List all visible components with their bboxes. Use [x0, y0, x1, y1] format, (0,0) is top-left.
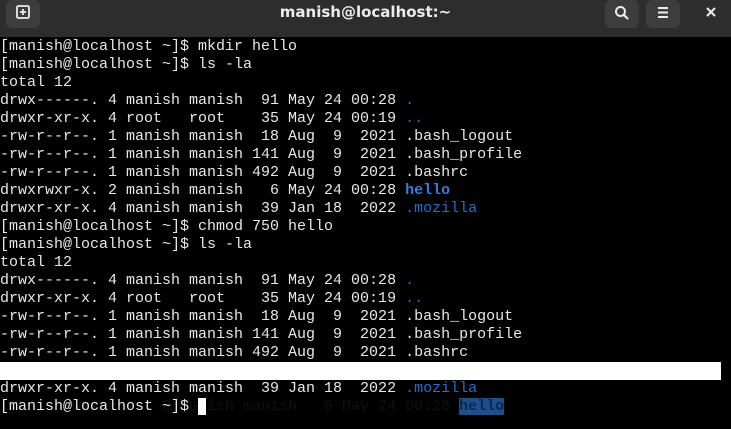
terminal-line: [manish@localhost ~]$ chmod 750 hello	[0, 218, 731, 236]
highlighted-line: drwxr-x---. 2 manish manish 6 May 24 00:…	[0, 362, 731, 415]
terminal-line: drwxr-xr-x. 4 manish manish 39 Jan 18 20…	[0, 200, 731, 218]
title-bar: manish@localhost:~	[0, 0, 731, 37]
output-text: total 12	[0, 254, 73, 271]
directory-name: ..	[405, 110, 424, 127]
command-text: [manish@localhost ~]$ ls -la	[0, 236, 253, 253]
terminal-line: drwxr-xr-x. 4 root root 35 May 24 00:19 …	[0, 110, 731, 128]
prompt-text: [manish@localhost ~]$	[0, 398, 199, 415]
file-name: .bash_logout	[405, 308, 514, 325]
output-text: total 12	[0, 74, 73, 91]
file-name: .bashrc	[405, 164, 469, 181]
terminal-output[interactable]: [manish@localhost ~]$ mkdir hello [manis…	[0, 38, 731, 429]
file-name: .bash_logout	[405, 128, 514, 145]
terminal-line: -rw-r--r--. 1 manish manish 492 Aug 9 20…	[0, 344, 731, 362]
file-meta: drwx------. 4 manish manish 91 May 24 00…	[0, 272, 406, 289]
terminal-line: [manish@localhost ~]$ mkdir hello	[0, 38, 731, 56]
terminal-line: -rw-r--r--. 1 manish manish 18 Aug 9 202…	[0, 128, 731, 146]
file-meta: drwxr-xr-x. 4 manish manish 39 Jan 18 20…	[0, 380, 406, 397]
file-meta: drwx------. 4 manish manish 91 May 24 00…	[0, 92, 406, 109]
text-cursor	[198, 398, 207, 415]
terminal-line: -rw-r--r--. 1 manish manish 18 Aug 9 202…	[0, 308, 731, 326]
file-meta: -rw-r--r--. 1 manish manish 18 Aug 9 202…	[0, 308, 406, 325]
directory-name: .	[405, 92, 415, 109]
file-name: .bash_profile	[405, 326, 523, 343]
terminal-line: drwxrwxr-x. 2 manish manish 6 May 24 00:…	[0, 182, 731, 200]
menu-button[interactable]	[646, 0, 680, 28]
line-highlight	[0, 362, 721, 380]
terminal-line: [manish@localhost ~]$ ls -la	[0, 56, 731, 74]
file-name: .bash_profile	[405, 146, 523, 163]
terminal-line: total 12	[0, 254, 731, 272]
command-text: [manish@localhost ~]$ mkdir hello	[0, 38, 298, 55]
terminal-line: total 12	[0, 74, 731, 92]
terminal-line: -rw-r--r--. 1 manish manish 141 Aug 9 20…	[0, 146, 731, 164]
file-name: .bashrc	[405, 344, 469, 361]
terminal-line: drwxr-xr-x. 4 manish manish 39 Jan 18 20…	[0, 380, 731, 398]
file-meta: -rw-r--r--. 1 manish manish 141 Aug 9 20…	[0, 146, 406, 163]
file-meta: -rw-r--r--. 1 manish manish 141 Aug 9 20…	[0, 326, 406, 343]
directory-name: .mozilla	[405, 200, 478, 217]
terminal-window: manish@localhost:~ [manish@localhost ~]$…	[0, 0, 731, 429]
terminal-line: -rw-r--r--. 1 manish manish 492 Aug 9 20…	[0, 164, 731, 182]
directory-name: .	[405, 272, 415, 289]
file-meta: drwxr-xr-x. 4 root root 35 May 24 00:19	[0, 290, 406, 307]
file-meta: -rw-r--r--. 1 manish manish 492 Aug 9 20…	[0, 344, 406, 361]
terminal-line: drwx------. 4 manish manish 91 May 24 00…	[0, 272, 731, 290]
terminal-line: [manish@localhost ~]$ ls -la	[0, 236, 731, 254]
directory-name: .mozilla	[405, 380, 478, 397]
terminal-line: -rw-r--r--. 1 manish manish 141 Aug 9 20…	[0, 326, 731, 344]
close-button[interactable]	[694, 0, 728, 28]
file-meta: -rw-r--r--. 1 manish manish 18 Aug 9 202…	[0, 128, 406, 145]
file-meta: drwxr-xr-x. 4 root root 35 May 24 00:19	[0, 110, 406, 127]
prompt-line: [manish@localhost ~]$	[0, 398, 731, 416]
file-meta: drwxrwxr-x. 2 manish manish 6 May 24 00:…	[0, 182, 406, 199]
directory-name: ..	[405, 290, 424, 307]
command-text: [manish@localhost ~]$ chmod 750 hello	[0, 218, 334, 235]
terminal-line: drwx------. 4 manish manish 91 May 24 00…	[0, 92, 731, 110]
file-meta: drwxr-xr-x. 4 manish manish 39 Jan 18 20…	[0, 200, 406, 217]
file-meta: -rw-r--r--. 1 manish manish 492 Aug 9 20…	[0, 164, 406, 181]
command-text: [manish@localhost ~]$ ls -la	[0, 56, 253, 73]
directory-name: hello	[405, 182, 451, 199]
search-button[interactable]	[605, 0, 639, 28]
terminal-line: drwxr-xr-x. 4 root root 35 May 24 00:19 …	[0, 290, 731, 308]
